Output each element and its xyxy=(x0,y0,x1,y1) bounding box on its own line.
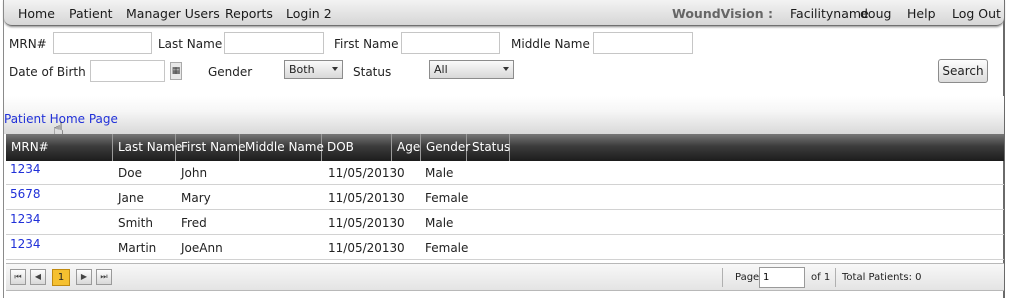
first-name-input[interactable] xyxy=(401,32,500,54)
pager-divider xyxy=(722,268,723,287)
menu-home[interactable]: Home xyxy=(18,6,55,21)
dob-input[interactable] xyxy=(90,60,165,82)
table-row[interactable]: 1234 Smith Fred 11/05/2013 0 Male xyxy=(6,211,1004,235)
next-page-icon[interactable]: ▶ xyxy=(76,269,92,285)
col-header-dob[interactable]: DOB xyxy=(322,134,392,161)
cell-first-name: JoeAnn xyxy=(181,241,223,255)
facility-name[interactable]: Facilityname xyxy=(790,6,869,21)
table-row[interactable]: 1234 Martin JoeAnn 11/05/2013 0 Female xyxy=(6,236,1004,260)
col-header-mrn[interactable]: MRN# xyxy=(6,134,113,161)
cell-gender: Female xyxy=(425,241,469,255)
gender-label: Gender xyxy=(208,65,253,79)
cell-first-name: Mary xyxy=(181,191,211,205)
pager-divider xyxy=(835,268,836,287)
status-selected-value: All xyxy=(434,63,448,76)
table-row[interactable]: 1234 Doe John 11/05/2013 0 Male xyxy=(6,161,1004,185)
status-select[interactable]: All xyxy=(429,60,514,79)
cell-last-name: Martin xyxy=(118,241,157,255)
cell-last-name: Jane xyxy=(118,191,144,205)
cell-first-name: Fred xyxy=(181,216,207,230)
col-header-first-name[interactable]: First Name xyxy=(176,134,245,161)
page-label: Page xyxy=(735,272,760,283)
cell-dob: 11/05/2013 xyxy=(328,241,398,255)
middle-name-label: Middle Name xyxy=(511,37,590,51)
chevron-down-icon xyxy=(332,67,338,71)
brand-name: WoundVision : xyxy=(672,6,773,21)
gender-select[interactable]: Both xyxy=(284,60,343,79)
page-1-button[interactable]: 1 xyxy=(52,269,70,286)
prev-page-icon[interactable]: ◀ xyxy=(30,269,46,285)
cell-dob: 11/05/2013 xyxy=(328,166,398,180)
grid-pager: ⏮ ◀ 1 ▶ ⏭ Page of 1 Total Patients: 0 xyxy=(6,263,1004,291)
menu-manager-users[interactable]: Manager Users xyxy=(126,6,220,21)
cell-age: 0 xyxy=(397,241,405,255)
col-header-last-name[interactable]: Last Name xyxy=(113,134,182,161)
calendar-icon[interactable]: ▦ xyxy=(170,62,182,80)
col-header-status[interactable]: Status xyxy=(467,134,510,161)
status-label: Status xyxy=(353,65,392,79)
search-button[interactable]: Search xyxy=(938,59,988,83)
middle-name-input[interactable] xyxy=(593,32,693,54)
cell-age: 0 xyxy=(397,216,405,230)
breadcrumb-bar xyxy=(4,96,1004,134)
dob-label: Date of Birth xyxy=(9,65,86,79)
mrn-label: MRN# xyxy=(9,37,47,51)
cell-dob: 11/05/2013 xyxy=(328,216,398,230)
col-header-gender[interactable]: Gender xyxy=(421,134,470,161)
total-patients-label: Total Patients: 0 xyxy=(842,272,922,283)
mrn-link[interactable]: 1234 xyxy=(10,237,41,251)
cell-first-name: John xyxy=(181,166,208,180)
page-count-label: of 1 xyxy=(811,272,831,283)
menu-login-2[interactable]: Login 2 xyxy=(286,6,332,21)
cell-last-name: Smith xyxy=(118,216,153,230)
col-header-age[interactable]: Age xyxy=(392,134,421,161)
chevron-down-icon xyxy=(503,67,509,71)
menu-help[interactable]: Help xyxy=(907,6,936,21)
grid-header: MRN# Last Name First Name Middle Name DO… xyxy=(6,134,1004,161)
cell-age: 0 xyxy=(397,191,405,205)
page-number-input[interactable] xyxy=(759,267,805,288)
user-name[interactable]: doug xyxy=(860,6,891,21)
cell-gender: Female xyxy=(425,191,469,205)
cell-last-name: Doe xyxy=(118,166,142,180)
menu-bar: Home Patient Manager Users Reports Login… xyxy=(4,0,1004,26)
col-header-middle-name[interactable]: Middle Name xyxy=(240,134,324,161)
mrn-link[interactable]: 5678 xyxy=(10,187,41,201)
cell-gender: Male xyxy=(425,166,454,180)
mrn-input[interactable] xyxy=(53,32,152,54)
gender-selected-value: Both xyxy=(289,63,315,76)
cell-gender: Male xyxy=(425,216,454,230)
app-window: Home Patient Manager Users Reports Login… xyxy=(3,0,1005,298)
first-name-label: First Name xyxy=(334,37,399,51)
menu-logout[interactable]: Log Out xyxy=(952,6,1001,21)
cell-dob: 11/05/2013 xyxy=(328,191,398,205)
menu-reports[interactable]: Reports xyxy=(225,6,273,21)
last-name-input[interactable] xyxy=(224,32,324,54)
last-page-icon[interactable]: ⏭ xyxy=(96,269,112,285)
mrn-link[interactable]: 1234 xyxy=(10,212,41,226)
first-page-icon[interactable]: ⏮ xyxy=(10,269,26,285)
mrn-link[interactable]: 1234 xyxy=(10,162,41,176)
table-row[interactable]: 5678 Jane Mary 11/05/2013 0 Female xyxy=(6,186,1004,210)
menu-patient[interactable]: Patient xyxy=(69,6,113,21)
cell-age: 0 xyxy=(397,166,405,180)
last-name-label: Last Name xyxy=(158,37,223,51)
